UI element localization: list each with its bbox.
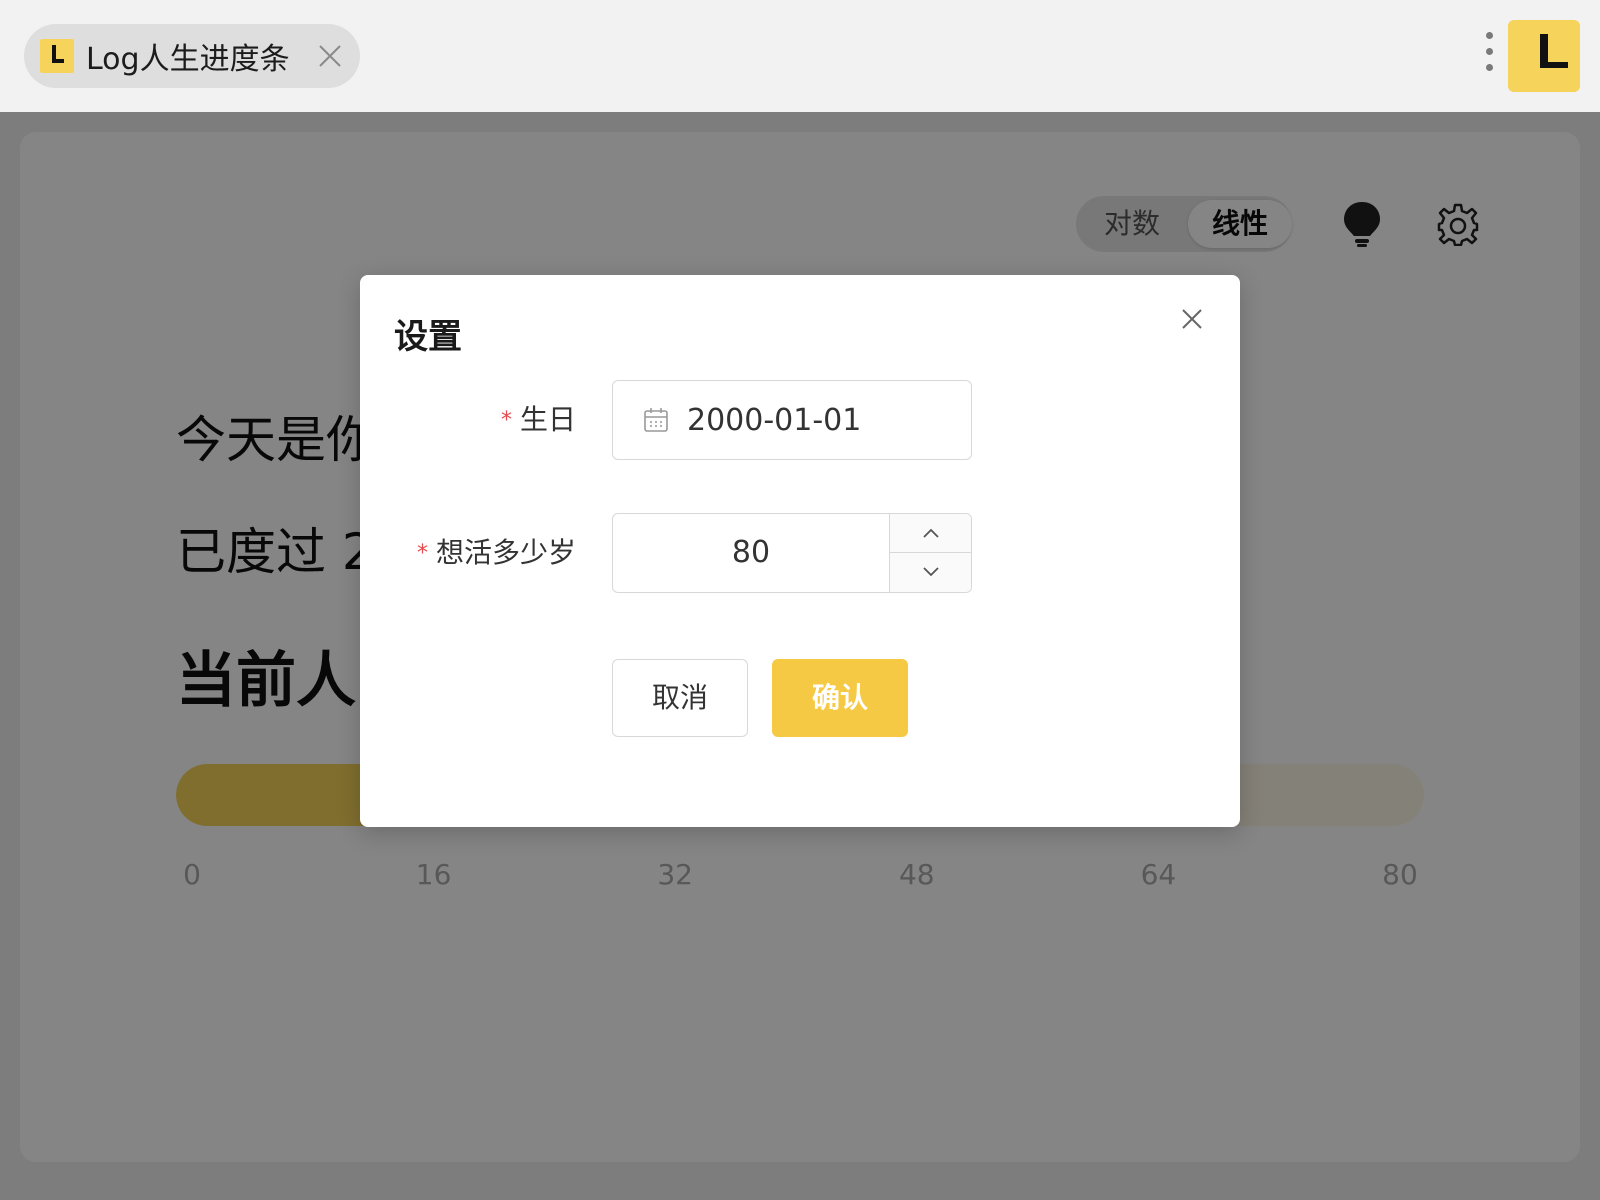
close-dialog-icon[interactable] [1178,305,1206,333]
birthday-label: * 生日 [501,380,576,460]
required-mark: * [500,408,512,433]
decrement-button[interactable] [890,553,971,591]
required-mark: * [416,541,428,566]
birthday-label-text: 生日 [519,403,576,436]
chevron-up-icon [923,528,939,538]
close-tab-icon[interactable] [316,42,344,70]
increment-button[interactable] [890,514,971,553]
tab-title: Log人生进度条 [86,42,290,77]
dialog-title: 设置 [394,317,462,357]
birthday-date-picker[interactable]: 2000-01-01 [612,380,972,460]
birthday-row: * 生日 2000-01-01 [360,380,1240,460]
birthday-value: 2000-01-01 [687,402,862,438]
top-bar: Log人生进度条 [0,0,1600,113]
app-logo-icon [40,39,74,73]
cancel-button[interactable]: 取消 [612,659,748,737]
confirm-button[interactable]: 确认 [772,659,908,737]
number-stepper [889,514,971,592]
chevron-down-icon [923,567,939,577]
lifespan-label: * 想活多少岁 [417,513,576,593]
more-menu-icon[interactable] [1484,32,1496,78]
calendar-icon [644,408,668,432]
settings-dialog: 设置 * 生日 2000-01-01 * 想活多少岁 80 取消 确认 [360,275,1240,827]
app-logo[interactable] [1508,20,1580,92]
lifespan-number-input[interactable]: 80 [612,513,972,593]
lifespan-value[interactable]: 80 [613,514,889,592]
lifespan-row: * 想活多少岁 80 [360,513,1240,593]
lifespan-label-text: 想活多少岁 [435,536,576,569]
browser-tab[interactable]: Log人生进度条 [24,24,360,88]
